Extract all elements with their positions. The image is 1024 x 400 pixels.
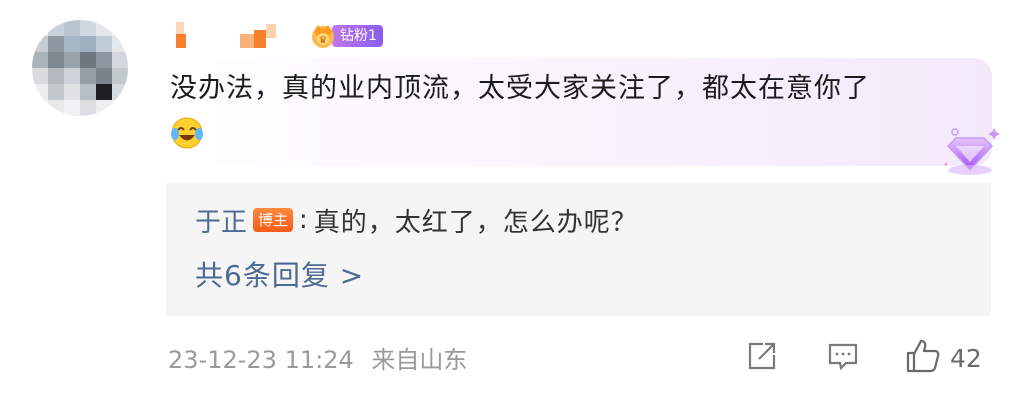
reply-separator: : <box>299 205 308 235</box>
share-button[interactable] <box>745 336 779 380</box>
reply-text: 真的，太红了，怎么办呢？ <box>313 207 638 238</box>
diamond-badge-icon <box>938 124 1002 180</box>
fan-badge[interactable]: ♛ 钻粉1 <box>308 21 383 51</box>
share-icon <box>745 339 779 377</box>
comment-meta: 23-12-23 11:24 来自山东 <box>168 340 467 375</box>
view-all-replies-link[interactable]: 共6条回复 > <box>195 254 364 294</box>
reply-preview: 于正 博主 : 真的，太红了，怎么办呢？ <box>195 200 638 240</box>
comment-icon <box>826 339 860 377</box>
thumbs-up-icon <box>904 337 942 379</box>
comment-card: ♛ 钻粉1 没办法，真的业内顶流，太受大家关注了，都太在意你了 于正 博主: … <box>0 0 1024 400</box>
comment-text: 没办法，真的业内顶流，太受大家关注了，都太在意你了 <box>170 73 870 104</box>
like-count: 42 <box>950 343 982 373</box>
fan-badge-label: 钻粉1 <box>332 25 383 47</box>
laugh-cry-emoji-icon <box>170 116 204 150</box>
username-row: ♛ 钻粉1 <box>168 20 383 52</box>
like-button[interactable]: 42 <box>904 336 982 380</box>
location: 来自山东 <box>371 346 468 374</box>
username-mosaic[interactable] <box>168 20 304 52</box>
comment-button[interactable] <box>826 336 860 380</box>
avatar[interactable] <box>32 20 128 116</box>
crown-medal-icon: ♛ <box>308 21 338 51</box>
svg-text:♛: ♛ <box>319 35 328 46</box>
reply-author-link[interactable]: 于正 <box>195 202 247 239</box>
host-tag-badge: 博主 <box>253 208 294 232</box>
timestamp: 23-12-23 11:24 <box>168 346 354 374</box>
